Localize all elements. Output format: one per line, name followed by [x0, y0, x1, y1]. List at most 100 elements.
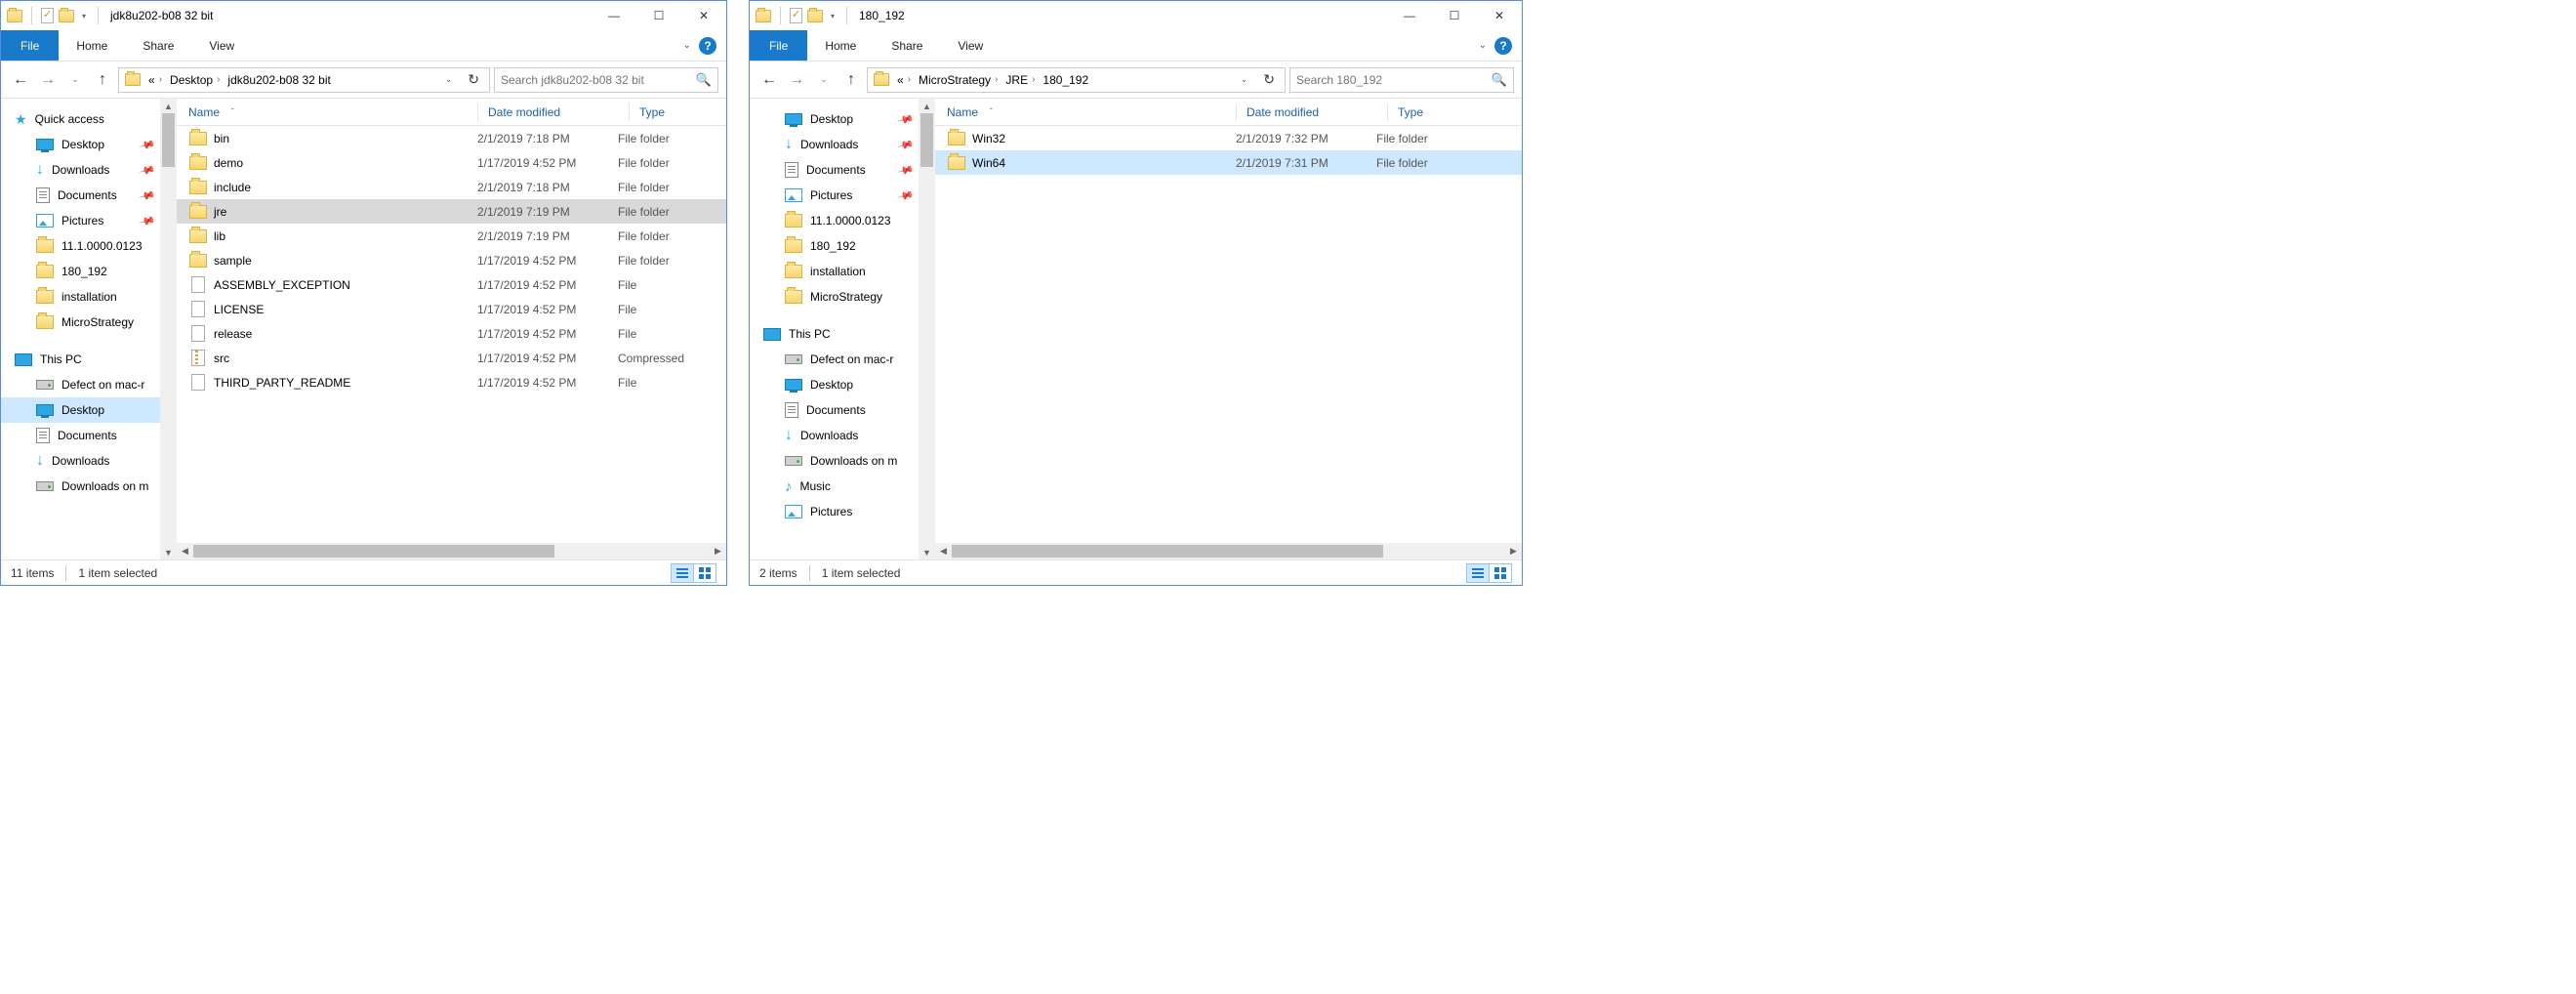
scroll-left-icon[interactable]: ◀	[935, 546, 952, 557]
col-name[interactable]: Nameˆ	[188, 105, 477, 119]
nav-pc-dlm[interactable]: Downloads on m	[1, 474, 160, 499]
nav-pc-dlm[interactable]: Downloads on m	[750, 448, 919, 474]
file-row[interactable]: jre 2/1/2019 7:19 PM File folder	[177, 199, 726, 224]
nav-pc-documents[interactable]: Documents	[750, 397, 919, 423]
quick-access[interactable]: ★Quick access	[1, 106, 160, 132]
search-input[interactable]	[501, 73, 696, 87]
this-pc[interactable]: This PC	[750, 321, 919, 347]
recent-dropdown[interactable]: ⌄	[812, 68, 836, 92]
titlebar[interactable]: ▾ 180_192 — ☐ ✕	[750, 1, 1522, 30]
nav-desktop[interactable]: Desktop📌	[1, 132, 160, 157]
tab-share[interactable]: Share	[125, 30, 191, 61]
qat-dropdown-icon[interactable]: ▾	[828, 8, 838, 23]
address-dropdown-icon[interactable]: ⌄	[1235, 74, 1254, 85]
properties-icon[interactable]	[790, 8, 802, 23]
new-folder-icon[interactable]	[807, 10, 823, 22]
breadcrumb-desktop[interactable]: Desktop›	[166, 73, 224, 87]
nav-pc-music[interactable]: ♪Music	[750, 474, 919, 499]
nav-defect[interactable]: Defect on mac-r	[1, 372, 160, 397]
minimize-button[interactable]: —	[1387, 1, 1432, 30]
tab-view[interactable]: View	[191, 30, 252, 61]
ribbon-expand-icon[interactable]: ⌄	[1479, 40, 1487, 51]
nav-folder-1[interactable]: 11.1.0000.0123	[750, 208, 919, 233]
scroll-thumb[interactable]	[920, 113, 933, 167]
file-row[interactable]: sample 1/17/2019 4:52 PM File folder	[177, 248, 726, 272]
col-name[interactable]: Nameˆ	[947, 105, 1236, 119]
scroll-down-icon[interactable]: ▼	[919, 545, 935, 559]
breadcrumb-1[interactable]: MicroStrategy›	[915, 73, 1002, 87]
nav-folder-3[interactable]: installation	[1, 284, 160, 310]
breadcrumb-overflow[interactable]: «›	[893, 73, 915, 87]
view-icons-button[interactable]	[1489, 563, 1512, 583]
search-input[interactable]	[1296, 73, 1492, 87]
nav-folder-2[interactable]: 180_192	[750, 233, 919, 259]
view-details-button[interactable]	[1466, 563, 1490, 583]
forward-button[interactable]: →	[36, 68, 60, 92]
view-details-button[interactable]	[671, 563, 694, 583]
nav-pc-downloads[interactable]: ↓Downloads	[1, 448, 160, 474]
forward-button[interactable]: →	[785, 68, 808, 92]
file-row[interactable]: src 1/17/2019 4:52 PM Compressed	[177, 346, 726, 370]
maximize-button[interactable]: ☐	[636, 1, 681, 30]
nav-downloads[interactable]: ↓Downloads📌	[750, 132, 919, 157]
nav-pc-documents[interactable]: Documents	[1, 423, 160, 448]
scroll-right-icon[interactable]: ▶	[1505, 546, 1522, 557]
scroll-down-icon[interactable]: ▼	[160, 545, 177, 559]
nav-pictures[interactable]: Pictures📌	[1, 208, 160, 233]
search-icon[interactable]: 🔍	[1492, 72, 1507, 88]
nav-pc-desktop[interactable]: Desktop	[750, 372, 919, 397]
nav-defect[interactable]: Defect on mac-r	[750, 347, 919, 372]
file-row[interactable]: include 2/1/2019 7:18 PM File folder	[177, 175, 726, 199]
close-button[interactable]: ✕	[681, 1, 726, 30]
file-row[interactable]: ASSEMBLY_EXCEPTION 1/17/2019 4:52 PM Fil…	[177, 272, 726, 297]
h-scrollbar[interactable]: ◀ ▶	[935, 543, 1522, 559]
breadcrumb-current[interactable]: 180_192	[1039, 73, 1092, 87]
properties-icon[interactable]	[41, 8, 54, 23]
nav-folder-1[interactable]: 11.1.0000.0123	[1, 233, 160, 259]
tab-share[interactable]: Share	[874, 30, 940, 61]
qat-dropdown-icon[interactable]: ▾	[79, 8, 89, 23]
file-list[interactable]: Win32 2/1/2019 7:32 PM File folder Win64…	[935, 126, 1522, 543]
file-row[interactable]: THIRD_PARTY_README 1/17/2019 4:52 PM Fil…	[177, 370, 726, 394]
close-button[interactable]: ✕	[1477, 1, 1522, 30]
tab-home[interactable]: Home	[59, 30, 125, 61]
new-folder-icon[interactable]	[59, 10, 74, 22]
file-list[interactable]: bin 2/1/2019 7:18 PM File folder demo 1/…	[177, 126, 726, 543]
titlebar[interactable]: ▾ jdk8u202-b08 32 bit — ☐ ✕	[1, 1, 726, 30]
file-row[interactable]: release 1/17/2019 4:52 PM File	[177, 321, 726, 346]
recent-dropdown[interactable]: ⌄	[63, 68, 87, 92]
breadcrumb-current[interactable]: jdk8u202-b08 32 bit	[224, 73, 334, 87]
search-icon[interactable]: 🔍	[696, 72, 712, 88]
tab-file[interactable]: File	[750, 30, 807, 61]
file-row[interactable]: lib 2/1/2019 7:19 PM File folder	[177, 224, 726, 248]
nav-pc-pictures[interactable]: Pictures	[750, 499, 919, 524]
nav-documents[interactable]: Documents📌	[1, 183, 160, 208]
help-icon[interactable]: ?	[699, 37, 716, 55]
scroll-right-icon[interactable]: ▶	[710, 546, 726, 557]
back-button[interactable]: ←	[757, 68, 781, 92]
nav-documents[interactable]: Documents📌	[750, 157, 919, 183]
address-bar[interactable]: «› Desktop› jdk8u202-b08 32 bit ⌄ ↻	[118, 67, 490, 93]
help-icon[interactable]: ?	[1494, 37, 1512, 55]
this-pc[interactable]: This PC	[1, 347, 160, 372]
file-row[interactable]: demo 1/17/2019 4:52 PM File folder	[177, 150, 726, 175]
nav-folder-3[interactable]: installation	[750, 259, 919, 284]
scroll-thumb[interactable]	[162, 113, 175, 167]
nav-downloads[interactable]: ↓Downloads📌	[1, 157, 160, 183]
breadcrumb-overflow[interactable]: «›	[144, 73, 166, 87]
col-date[interactable]: Date modified	[1247, 105, 1387, 119]
breadcrumb-2[interactable]: JRE›	[1002, 73, 1039, 87]
nav-pc-desktop[interactable]: Desktop	[1, 397, 160, 423]
up-button[interactable]: ↑	[91, 68, 114, 92]
nav-pc-downloads[interactable]: ↓Downloads	[750, 423, 919, 448]
nav-desktop[interactable]: Desktop📌	[750, 106, 919, 132]
file-row[interactable]: Win32 2/1/2019 7:32 PM File folder	[935, 126, 1522, 150]
tab-view[interactable]: View	[940, 30, 1001, 61]
nav-scrollbar[interactable]: ▲ ▼	[160, 99, 177, 559]
up-button[interactable]: ↑	[839, 68, 863, 92]
col-date[interactable]: Date modified	[488, 105, 629, 119]
address-dropdown-icon[interactable]: ⌄	[439, 74, 459, 85]
view-icons-button[interactable]	[693, 563, 716, 583]
ribbon-expand-icon[interactable]: ⌄	[683, 40, 691, 51]
refresh-icon[interactable]: ↻	[1255, 71, 1283, 88]
